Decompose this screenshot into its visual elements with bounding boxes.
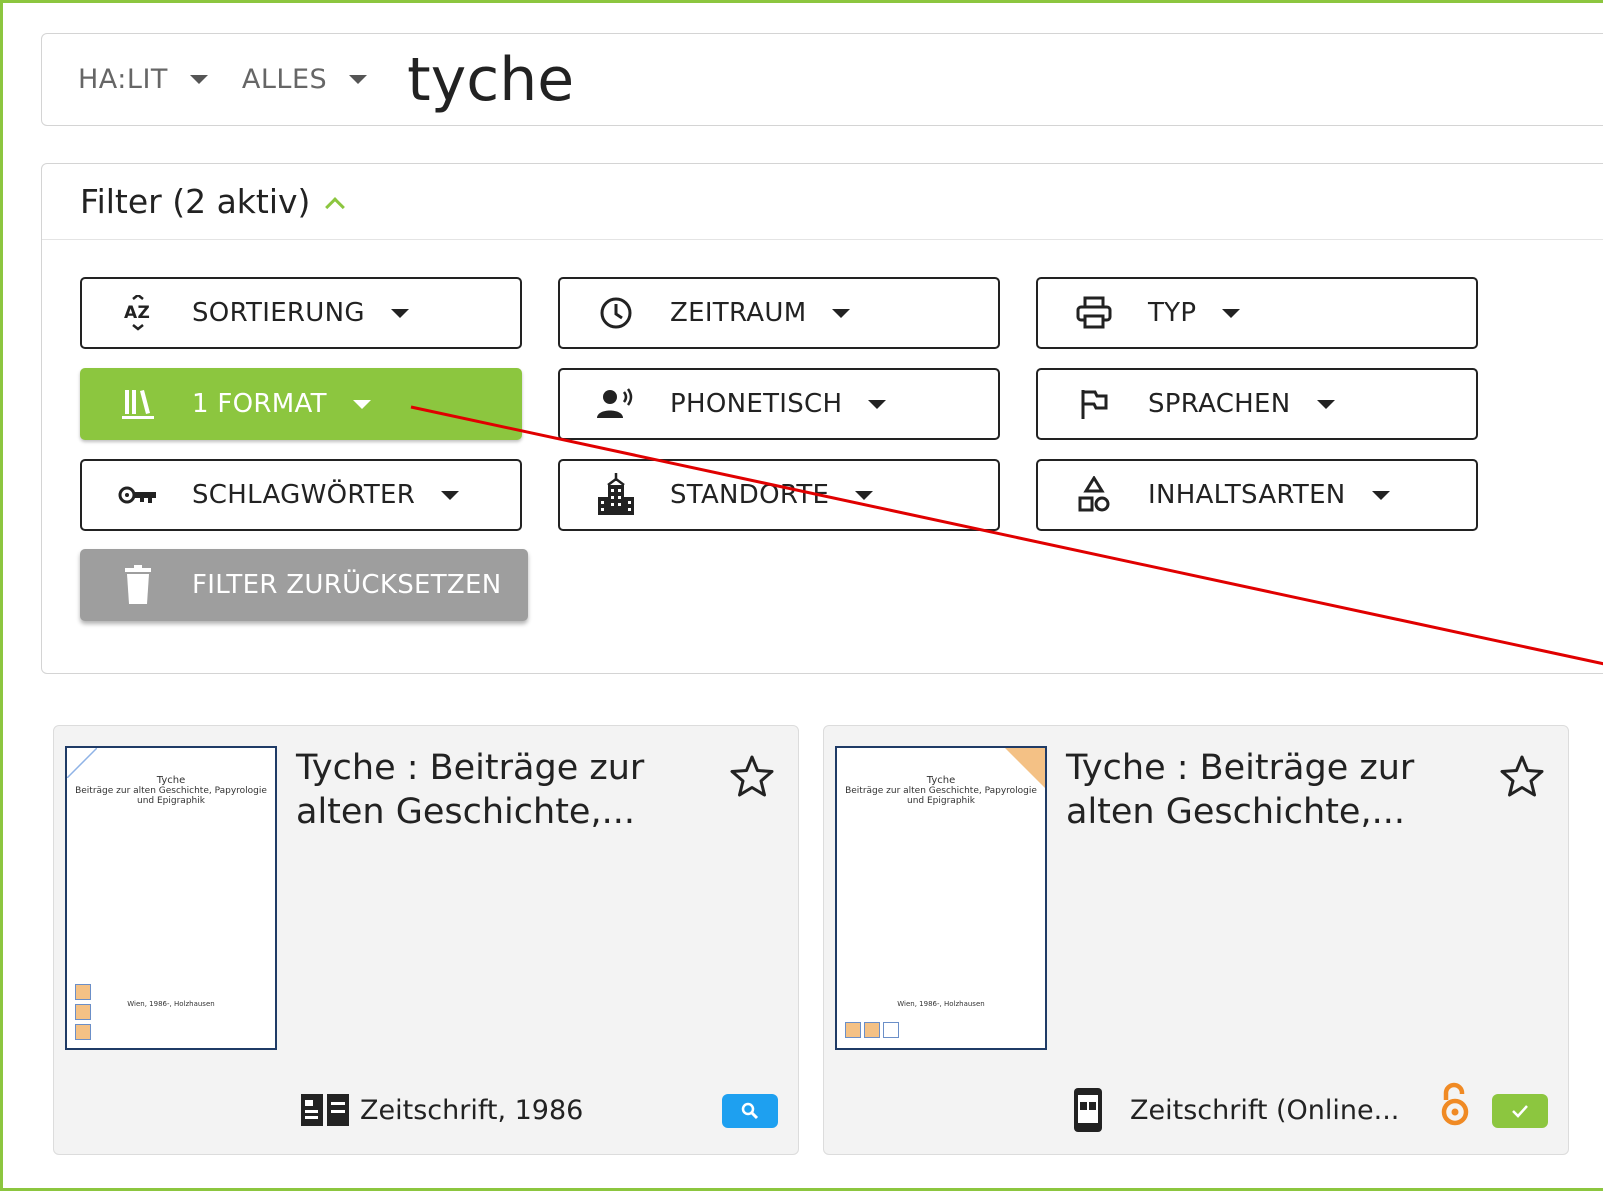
scope-select-label: HA:LIT <box>78 64 168 95</box>
result-title[interactable]: Tyche : Beiträge zur alten Geschichte,..… <box>1066 746 1446 834</box>
result-title[interactable]: Tyche : Beiträge zur alten Geschichte,..… <box>296 746 676 834</box>
search-icon <box>741 1102 759 1120</box>
cover-thumbnail: Tyche Beiträge zur alten Geschichte, Pap… <box>835 746 1047 1050</box>
sort-button[interactable]: AZ SORTIERUNG <box>80 277 522 349</box>
filter-toggle[interactable]: Filter (2 aktiv) <box>42 164 1603 240</box>
cover-thumbnail: Tyche Beiträge zur alten Geschichte, Pap… <box>65 746 277 1050</box>
phonetic-button-label: PHONETISCH <box>670 389 843 419</box>
open-access-icon <box>1441 1082 1469 1126</box>
cover-title: Tyche <box>156 775 186 786</box>
caret-down-icon <box>1371 490 1390 500</box>
holding-square-icon <box>845 1022 861 1038</box>
sort-button-label: SORTIERUNG <box>192 298 365 328</box>
voice-person-icon <box>594 384 638 424</box>
app-frame: HA:LIT ALLES tyche Filter (2 aktiv) AZ S… <box>0 0 1603 1191</box>
result-card[interactable]: Tyche Beiträge zur alten Geschichte, Pap… <box>823 725 1569 1155</box>
field-select-label: ALLES <box>241 64 328 95</box>
result-meta-label: Zeitschrift, 1986 <box>360 1094 584 1126</box>
clock-icon <box>594 293 638 333</box>
field-select[interactable]: ALLES <box>241 64 368 95</box>
key-icon <box>116 475 160 515</box>
search-bar: HA:LIT ALLES tyche <box>41 33 1603 126</box>
cover-subtitle: Beiträge zur alten Geschichte, Papyrolog… <box>75 786 267 806</box>
timespan-button[interactable]: ZEITRAUM <box>558 277 1000 349</box>
holding-square-icon <box>75 984 91 1000</box>
search-badge[interactable] <box>722 1094 778 1128</box>
format-button[interactable]: 1 FORMAT <box>80 368 522 440</box>
caret-down-icon <box>189 75 208 84</box>
result-meta-label: Zeitschrift (Online... <box>1130 1094 1400 1126</box>
sort-az-icon: AZ <box>116 293 160 333</box>
caret-down-icon <box>1222 308 1241 318</box>
star-icon[interactable] <box>1500 754 1544 798</box>
cover-imprint: Wien, 1986-, Holzhausen <box>897 1000 985 1008</box>
cover-title: Tyche <box>926 775 956 786</box>
caret-down-icon <box>1316 399 1335 409</box>
reset-filters-label: FILTER ZURÜCKSETZEN <box>192 570 502 600</box>
languages-button[interactable]: SPRACHEN <box>1036 368 1478 440</box>
check-icon <box>1512 1105 1528 1118</box>
holding-square-icon <box>75 1004 91 1020</box>
timespan-button-label: ZEITRAUM <box>670 298 807 328</box>
flag-icon <box>1072 384 1116 424</box>
filter-header-label: Filter (2 aktiv) <box>80 182 311 221</box>
locations-button-label: STANDORTE <box>670 480 830 510</box>
cover-subtitle: Beiträge zur alten Geschichte, Papyrolog… <box>845 786 1037 806</box>
content-types-button[interactable]: INHALTSARTEN <box>1036 459 1478 531</box>
chevron-up-icon <box>325 196 346 217</box>
star-icon[interactable] <box>730 754 774 798</box>
caret-down-icon <box>868 399 887 409</box>
keywords-button-label: SCHLAGWÖRTER <box>192 480 416 510</box>
phonetic-button[interactable]: PHONETISCH <box>558 368 1000 440</box>
shapes-icon <box>1072 475 1116 515</box>
building-icon <box>594 473 638 515</box>
caret-down-icon <box>390 308 409 318</box>
printer-icon <box>1072 293 1116 333</box>
print-journal-icon <box>300 1090 352 1130</box>
trash-icon <box>116 565 160 605</box>
result-card[interactable]: Tyche Beiträge zur alten Geschichte, Pap… <box>53 725 799 1155</box>
content-types-button-label: INHALTSARTEN <box>1148 480 1346 510</box>
svg-text:AZ: AZ <box>124 303 150 323</box>
languages-button-label: SPRACHEN <box>1148 389 1291 419</box>
search-input[interactable]: tyche <box>407 45 574 115</box>
available-badge[interactable] <box>1492 1094 1548 1128</box>
holding-square-icon <box>75 1024 91 1040</box>
holding-square-icon <box>883 1022 899 1038</box>
caret-down-icon <box>441 490 460 500</box>
filter-panel: Filter (2 aktiv) AZ SORTIERUNG ZEITRAUM … <box>41 163 1603 674</box>
keywords-button[interactable]: SCHLAGWÖRTER <box>80 459 522 531</box>
cover-imprint: Wien, 1986-, Holzhausen <box>127 1000 215 1008</box>
type-button-label: TYP <box>1148 298 1197 328</box>
result-meta: Zeitschrift, 1986 <box>300 1090 583 1130</box>
caret-down-icon <box>349 75 368 84</box>
reset-filters-button[interactable]: FILTER ZURÜCKSETZEN <box>80 549 528 621</box>
caret-down-icon <box>352 399 371 409</box>
library-books-icon <box>116 384 160 424</box>
format-button-label: 1 FORMAT <box>192 389 327 419</box>
result-meta: Zeitschrift (Online... <box>1070 1088 1400 1132</box>
locations-button[interactable]: STANDORTE <box>558 459 1000 531</box>
online-journal-icon <box>1070 1088 1122 1132</box>
holding-square-icon <box>864 1022 880 1038</box>
corner-mark-icon <box>67 748 97 778</box>
scope-select[interactable]: HA:LIT <box>78 64 208 95</box>
caret-down-icon <box>832 308 851 318</box>
caret-down-icon <box>855 490 874 500</box>
type-button[interactable]: TYP <box>1036 277 1478 349</box>
